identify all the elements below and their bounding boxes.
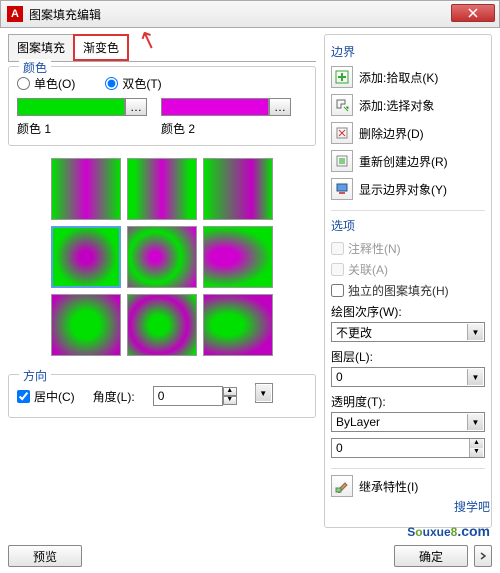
watermark: 搜学吧 Souxue8.com [407, 501, 490, 541]
transparency-combo[interactable]: ByLayer▼ [331, 412, 485, 432]
ok-button[interactable]: 确定 [394, 545, 468, 567]
preview-button[interactable]: 预览 [8, 545, 82, 567]
center-checkbox-input[interactable] [17, 390, 30, 403]
group-color: 颜色 单色(O) 双色(T) … … [8, 66, 316, 146]
color1-label: 颜色 1 [17, 120, 147, 137]
recreate-boundary-icon [331, 150, 353, 172]
transparency-label: 透明度(T): [331, 393, 485, 410]
independent-checkbox[interactable]: 独立的图案填充(H) [331, 282, 485, 299]
group-color-title: 颜色 [19, 59, 51, 76]
add-select-icon [331, 94, 353, 116]
delete-boundary-button[interactable]: 删除边界(D) [331, 122, 485, 144]
show-boundary-button[interactable]: 显示边界对象(Y) [331, 178, 485, 200]
angle-label: 角度(L): [93, 388, 135, 405]
group-direction: 方向 居中(C) 角度(L): ▲ ▼ ▼ [8, 374, 316, 418]
associative-checkbox[interactable]: 关联(A) [331, 261, 485, 278]
annotative-checkbox[interactable]: 注释性(N) [331, 240, 485, 257]
chevron-down-icon: ▼ [467, 369, 483, 385]
angle-up-button[interactable]: ▲ [223, 387, 237, 396]
chevron-down-icon: ▼ [467, 324, 483, 340]
angle-down-button[interactable]: ▼ [223, 396, 237, 405]
gradient-2[interactable] [127, 158, 197, 220]
app-icon: A [7, 6, 23, 22]
group-direction-title: 方向 [19, 367, 51, 384]
inherit-properties-button[interactable]: 继承特性(I) [331, 475, 485, 497]
draw-order-combo[interactable]: 不更改▼ [331, 322, 485, 342]
gradient-7[interactable] [51, 294, 121, 356]
expand-button[interactable] [474, 545, 492, 567]
options-title: 选项 [331, 217, 485, 234]
gradient-5[interactable] [127, 226, 197, 288]
titlebar: A 图案填充编辑 [0, 0, 500, 28]
layer-label: 图层(L): [331, 348, 485, 365]
delete-boundary-icon [331, 122, 353, 144]
add-pick-button[interactable]: 添加:拾取点(K) [331, 66, 485, 88]
color2-swatch[interactable] [161, 98, 269, 116]
gradient-9[interactable] [203, 294, 273, 356]
chevron-right-icon [479, 552, 487, 560]
chevron-down-icon: ▼ [255, 385, 271, 401]
inherit-icon [331, 475, 353, 497]
gradient-8[interactable] [127, 294, 197, 356]
color2-label: 颜色 2 [161, 120, 291, 137]
spin-up-icon[interactable]: ▲ [469, 439, 483, 448]
spin-down-icon[interactable]: ▼ [469, 448, 483, 457]
center-checkbox[interactable]: 居中(C) [17, 388, 75, 405]
annotation-arrow-icon: ↘ [134, 23, 163, 57]
radio-single-input[interactable] [17, 77, 30, 90]
angle-input[interactable] [153, 386, 223, 406]
gradient-3[interactable] [203, 158, 273, 220]
radio-double-color[interactable]: 双色(T) [105, 75, 161, 92]
show-boundary-icon [331, 178, 353, 200]
color1-swatch[interactable] [17, 98, 125, 116]
radio-double-input[interactable] [105, 77, 118, 90]
color2-picker-button[interactable]: … [269, 98, 291, 116]
add-pick-icon [331, 66, 353, 88]
color1-picker-button[interactable]: … [125, 98, 147, 116]
close-button[interactable] [451, 4, 495, 22]
gradient-grid [8, 158, 316, 356]
gradient-1[interactable] [51, 158, 121, 220]
window-title: 图案填充编辑 [29, 6, 101, 23]
draw-order-label: 绘图次序(W): [331, 303, 485, 320]
gradient-6[interactable] [203, 226, 273, 288]
transparency-slider[interactable]: 0▲▼ [331, 438, 485, 458]
tabs: 图案填充 渐变色 ↘ [8, 34, 316, 62]
boundary-title: 边界 [331, 43, 485, 60]
gradient-4[interactable] [51, 226, 121, 288]
angle-dropdown[interactable]: ▼ [255, 383, 273, 403]
tab-hatch[interactable]: 图案填充 [8, 34, 74, 61]
close-icon [468, 8, 478, 18]
radio-single-color[interactable]: 单色(O) [17, 75, 75, 92]
recreate-boundary-button[interactable]: 重新创建边界(R) [331, 150, 485, 172]
chevron-down-icon: ▼ [467, 414, 483, 430]
tab-gradient[interactable]: 渐变色 [73, 34, 129, 61]
add-select-button[interactable]: 添加:选择对象 [331, 94, 485, 116]
layer-combo[interactable]: 0▼ [331, 367, 485, 387]
